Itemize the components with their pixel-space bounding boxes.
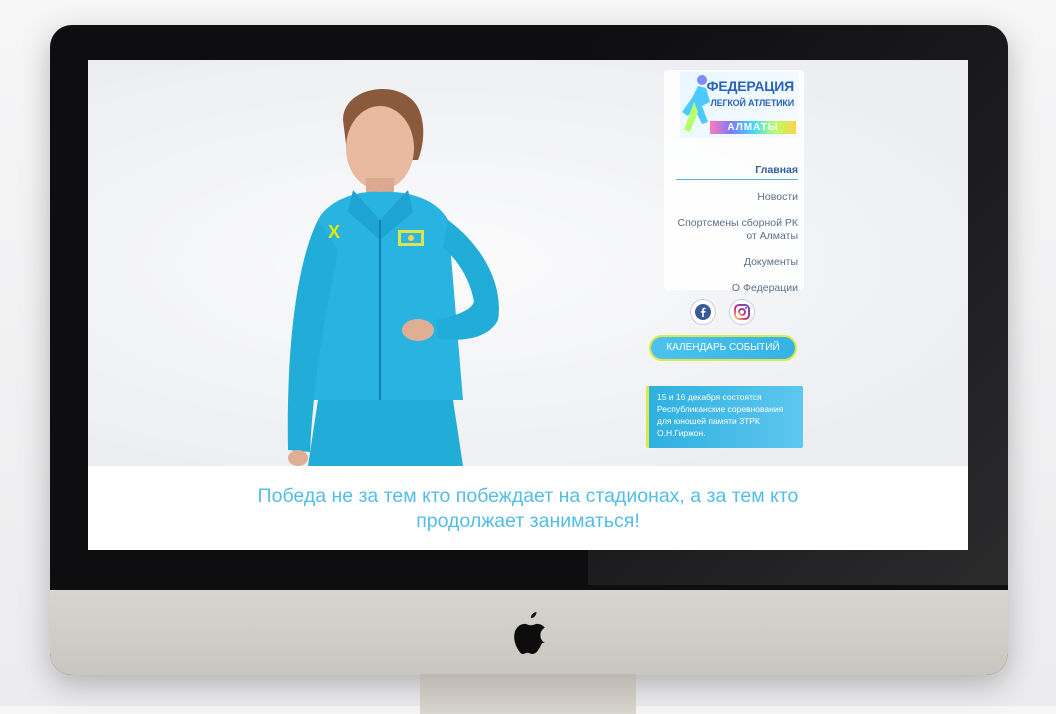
website-screen: X ФЕДЕРАЦИЯ ЛЕГКОЙ АТЛЕТИКИ АЛМАТЫ Главн… [88, 60, 968, 550]
instagram-icon [734, 304, 750, 320]
main-nav: Главная Новости Спортсмены сборной РК от… [676, 164, 798, 308]
motivational-quote: Победа не за тем кто побеждает на стадио… [257, 485, 799, 532]
announcement-banner[interactable]: 15 и 16 декабря состоятся Республикански… [646, 386, 803, 448]
facebook-button[interactable] [690, 299, 716, 325]
sidebar-panel: ФЕДЕРАЦИЯ ЛЕГКОЙ АТЛЕТИКИ АЛМАТЫ Главная… [664, 70, 804, 294]
logo-subtitle: ЛЕГКОЙ АТЛЕТИКИ [710, 98, 795, 108]
instagram-button[interactable] [729, 299, 755, 325]
monitor-stand [420, 674, 636, 714]
facebook-icon [695, 304, 711, 320]
federation-logo[interactable]: ФЕДЕРАЦИЯ ЛЕГКОЙ АТЛЕТИКИ АЛМАТЫ [680, 72, 798, 138]
logo-title: ФЕДЕРАЦИЯ [706, 78, 795, 94]
hero-section: X [88, 60, 968, 466]
nav-item-home[interactable]: Главная [676, 164, 798, 180]
nav-item-news[interactable]: Новости [676, 191, 798, 204]
nav-item-about[interactable]: О Федерации [676, 282, 798, 295]
event-calendar-button[interactable]: КАЛЕНДАРЬ СОБЫТИЙ [649, 335, 797, 361]
logo-city: АЛМАТЫ [710, 121, 796, 134]
quote-section: Победа не за тем кто побеждает на стадио… [88, 466, 968, 550]
apple-logo-icon [514, 612, 545, 655]
nav-item-athletes[interactable]: Спортсмены сборной РК от Алматы [676, 217, 798, 243]
svg-text:X: X [328, 222, 340, 242]
athlete-photo: X [287, 89, 499, 466]
monitor-chin [50, 590, 1008, 675]
nav-item-documents[interactable]: Документы [676, 256, 798, 269]
announcement-text: 15 и 16 декабря состоятся Республикански… [657, 392, 784, 438]
social-links [690, 299, 755, 325]
